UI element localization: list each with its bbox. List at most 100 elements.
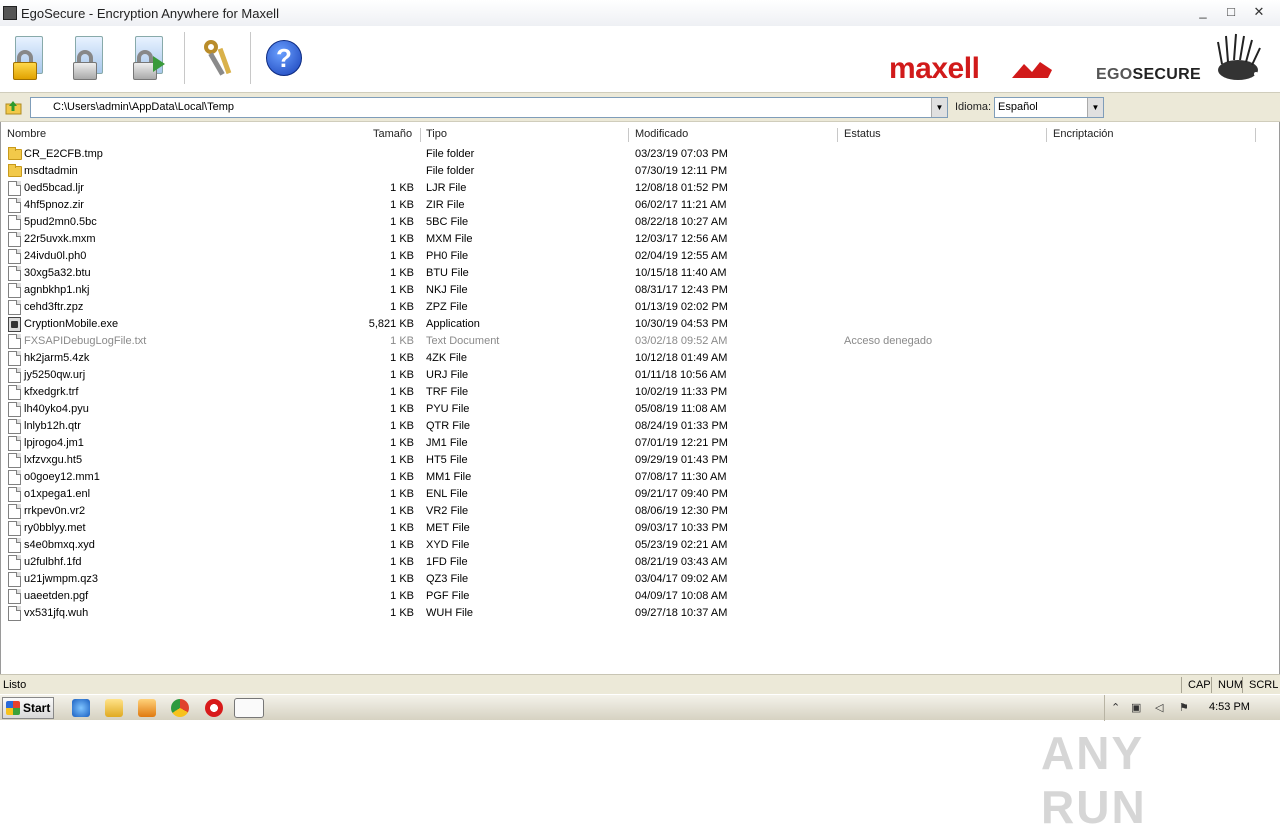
folder-icon[interactable] bbox=[105, 699, 123, 717]
file-name: u2fulbhf.1fd bbox=[24, 556, 82, 568]
table-row[interactable]: s4e0bmxq.xyd 1 KB XYD File 05/23/19 02:21 A… bbox=[1, 537, 1279, 554]
table-row[interactable]: 24ivdu0l.ph0 1 KB PH0 File 02/04/19 12:55 A… bbox=[1, 248, 1279, 265]
up-folder-icon bbox=[5, 101, 22, 115]
flag-icon[interactable]: ⚑ bbox=[1179, 701, 1193, 715]
path-combobox[interactable]: C:\Users\admin\AppData\Local\Temp ▼ bbox=[30, 97, 948, 118]
ie-icon[interactable] bbox=[72, 699, 90, 717]
file-name: uaeetden.pgf bbox=[24, 590, 89, 602]
file-icon bbox=[8, 606, 21, 621]
file-size: 1 KB bbox=[390, 199, 414, 211]
title-bar: EgoSecure - Encryption Anywhere for Maxe… bbox=[0, 0, 1280, 26]
file-icon bbox=[8, 249, 21, 264]
file-type: ZIR File bbox=[426, 199, 465, 211]
table-row[interactable]: ry0bblyy.met 1 KB MET File 09/03/17 10:33 P… bbox=[1, 520, 1279, 537]
table-row[interactable]: CR_E2CFB.tmp File folder 03/23/19 07:03 PM bbox=[1, 146, 1279, 163]
file-size: 1 KB bbox=[390, 454, 414, 466]
column-name[interactable]: Nombre bbox=[1, 128, 421, 142]
table-row[interactable]: vx531jfq.wuh 1 KB WUH File 09/27/18 10:37 A… bbox=[1, 605, 1279, 622]
file-icon bbox=[8, 504, 21, 519]
table-row[interactable]: 30xg5a32.btu 1 KB BTU File 10/15/18 11:40 A… bbox=[1, 265, 1279, 282]
chrome-icon[interactable] bbox=[171, 699, 189, 717]
table-row[interactable]: cehd3ftr.zpz 1 KB ZPZ File 01/13/19 02:02 P… bbox=[1, 299, 1279, 316]
path-value: C:\Users\admin\AppData\Local\Temp bbox=[53, 101, 234, 113]
volume-icon[interactable]: ◁ bbox=[1155, 701, 1169, 715]
table-row[interactable]: lnlyb12h.qtr 1 KB QTR File 08/24/19 01:33 P… bbox=[1, 418, 1279, 435]
file-list[interactable]: Nombre Tamaño Tipo Modificado Estatus En… bbox=[0, 122, 1280, 833]
lock-grey-icon bbox=[71, 36, 105, 80]
column-encryption[interactable]: Encriptación bbox=[1047, 128, 1256, 142]
language-label: Idioma: bbox=[955, 101, 992, 113]
table-row[interactable]: FXSAPIDebugLogFile.txt 1 KB Text Document 0… bbox=[1, 333, 1279, 350]
help-button[interactable]: ? bbox=[262, 34, 306, 82]
table-row[interactable]: o0goey12.mm1 1 KB MM1 File 07/08/17 11:30 A… bbox=[1, 469, 1279, 486]
lock-export-icon bbox=[131, 36, 165, 80]
address-bar: C:\Users\admin\AppData\Local\Temp ▼ Idio… bbox=[0, 92, 1280, 122]
file-modified: 03/04/17 09:02 AM bbox=[635, 573, 728, 585]
clock[interactable]: 4:53 PM bbox=[1209, 701, 1250, 713]
minimize-button[interactable]: _ bbox=[1194, 4, 1212, 20]
file-type: PYU File bbox=[426, 403, 470, 415]
up-folder-button[interactable] bbox=[4, 98, 24, 116]
tray-expand-icon[interactable]: ⌃ bbox=[1111, 701, 1125, 715]
encrypt-button[interactable] bbox=[6, 34, 50, 82]
file-icon bbox=[8, 555, 21, 570]
table-row[interactable]: o1xpega1.enl 1 KB ENL File 09/21/17 09:40 P… bbox=[1, 486, 1279, 503]
file-icon bbox=[8, 266, 21, 281]
column-size[interactable]: Tamaño bbox=[367, 128, 421, 142]
file-icon bbox=[8, 436, 21, 451]
file-type: QTR File bbox=[426, 420, 470, 432]
column-modified[interactable]: Modificado bbox=[629, 128, 838, 142]
file-modified: 01/13/19 02:02 PM bbox=[635, 301, 728, 313]
table-row[interactable]: uaeetden.pgf 1 KB PGF File 04/09/17 10:08 A… bbox=[1, 588, 1279, 605]
file-modified: 05/08/19 11:08 AM bbox=[635, 403, 727, 415]
table-row[interactable]: kfxedgrk.trf 1 KB TRF File 10/02/19 11:33 P… bbox=[1, 384, 1279, 401]
file-type: ZPZ File bbox=[426, 301, 468, 313]
file-icon bbox=[8, 368, 21, 383]
media-player-icon[interactable] bbox=[138, 699, 156, 717]
table-row[interactable]: lh40yko4.pyu 1 KB PYU File 05/08/19 11:08 A… bbox=[1, 401, 1279, 418]
egosecure-icon[interactable] bbox=[234, 698, 264, 718]
decrypt-button[interactable] bbox=[66, 34, 110, 82]
column-status[interactable]: Estatus bbox=[838, 128, 1047, 142]
file-modified: 12/03/17 12:56 AM bbox=[635, 233, 728, 245]
table-row[interactable]: 22r5uvxk.mxm 1 KB MXM File 12/03/17 12:56 A… bbox=[1, 231, 1279, 248]
table-row[interactable]: rrkpev0n.vr2 1 KB VR2 File 08/06/19 12:30 P… bbox=[1, 503, 1279, 520]
keys-button[interactable] bbox=[196, 34, 240, 82]
export-button[interactable] bbox=[126, 34, 170, 82]
file-size: 1 KB bbox=[390, 352, 414, 364]
table-row[interactable]: 5pud2mn0.5bc 1 KB 5BC File 08/22/18 10:27 A… bbox=[1, 214, 1279, 231]
table-row[interactable]: lxfzvxgu.ht5 1 KB HT5 File 09/29/19 01:43 P… bbox=[1, 452, 1279, 469]
network-icon[interactable]: ▣ bbox=[1131, 701, 1145, 715]
chevron-down-icon[interactable]: ▼ bbox=[931, 98, 947, 117]
start-button[interactable]: Start bbox=[2, 697, 54, 719]
table-row[interactable]: msdtadmin File folder 07/30/19 12:11 PM bbox=[1, 163, 1279, 180]
table-row[interactable]: u21jwmpm.qz3 1 KB QZ3 File 03/04/17 09:02 A… bbox=[1, 571, 1279, 588]
table-row[interactable]: hk2jarm5.4zk 1 KB 4ZK File 10/12/18 01:49 A… bbox=[1, 350, 1279, 367]
system-tray: ⌃ ▣ ◁ ⚑ 4:53 PM bbox=[1104, 695, 1280, 721]
file-modified: 03/02/18 09:52 AM bbox=[635, 335, 728, 347]
table-row[interactable]: CryptionMobile.exe 5,821 KB Application 10/… bbox=[1, 316, 1279, 333]
file-type: VR2 File bbox=[426, 505, 469, 517]
file-icon bbox=[8, 538, 21, 553]
column-type[interactable]: Tipo bbox=[420, 128, 629, 142]
file-name: u21jwmpm.qz3 bbox=[24, 573, 98, 585]
table-row[interactable]: jy5250qw.urj 1 KB URJ File 01/11/18 10:56 A… bbox=[1, 367, 1279, 384]
file-size: 1 KB bbox=[390, 335, 414, 347]
language-select[interactable]: Español ▼ bbox=[994, 97, 1104, 118]
file-size: 5,821 KB bbox=[368, 318, 414, 330]
taskbar: Start ⌃ ▣ ◁ ⚑ 4:53 PM bbox=[0, 694, 1280, 721]
chevron-down-icon[interactable]: ▼ bbox=[1087, 98, 1103, 117]
maximize-button[interactable]: □ bbox=[1222, 4, 1240, 20]
toolbar: ? maxell EGOSECURE bbox=[0, 26, 1280, 92]
table-row[interactable]: 4hf5pnoz.zir 1 KB ZIR File 06/02/17 11:21 A… bbox=[1, 197, 1279, 214]
close-button[interactable]: ✕ bbox=[1250, 4, 1268, 20]
table-row[interactable]: 0ed5bcad.ljr 1 KB LJR File 12/08/18 01:52 P… bbox=[1, 180, 1279, 197]
file-icon bbox=[8, 215, 21, 230]
table-row[interactable]: lpjrogo4.jm1 1 KB JM1 File 07/01/19 12:21 P… bbox=[1, 435, 1279, 452]
opera-icon[interactable] bbox=[205, 699, 223, 717]
toolbar-separator bbox=[184, 32, 186, 84]
table-row[interactable]: agnbkhp1.nkj 1 KB NKJ File 08/31/17 12:43 P… bbox=[1, 282, 1279, 299]
porcupine-icon bbox=[1217, 33, 1261, 80]
file-name: cehd3ftr.zpz bbox=[24, 301, 84, 313]
table-row[interactable]: u2fulbhf.1fd 1 KB 1FD File 08/21/19 03:43 A… bbox=[1, 554, 1279, 571]
